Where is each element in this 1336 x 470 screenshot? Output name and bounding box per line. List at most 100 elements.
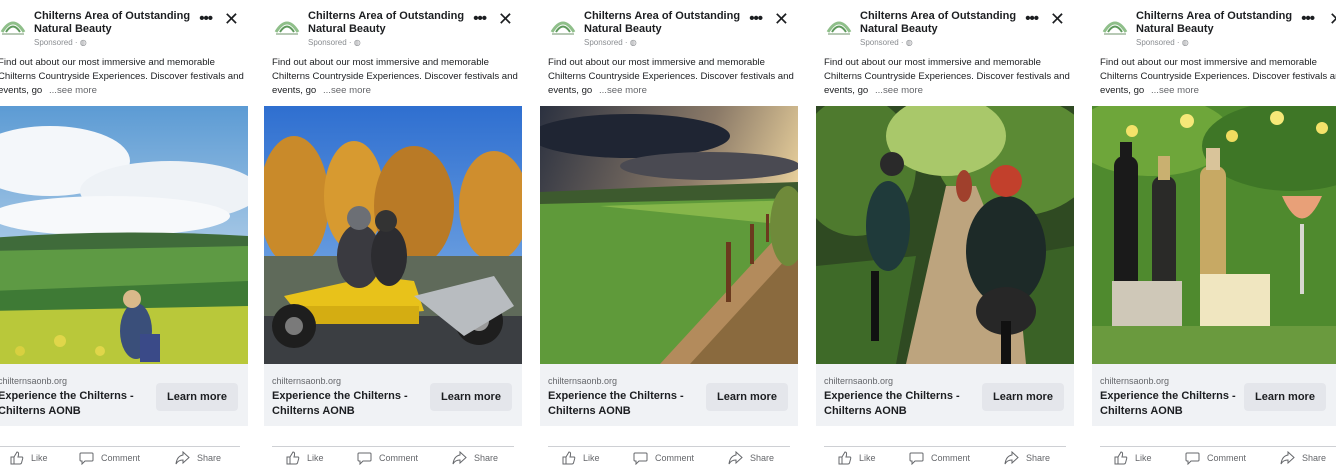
cta-area[interactable]: chilternsaonb.org Experience the Chilter… — [816, 364, 1074, 426]
ad-header: Chilterns Area of Outstanding Natural Be… — [264, 4, 522, 50]
cta-area[interactable]: chilternsaonb.org Experience the Chilter… — [1092, 364, 1336, 426]
sponsored-label: Sponsored · ◍ — [584, 38, 637, 47]
ad-header: Chilterns Area of Outstanding Natural Be… — [540, 4, 798, 50]
see-more-link[interactable]: ...see more — [871, 85, 923, 96]
ad-body-text: Find out about our most immersive and me… — [0, 56, 244, 98]
ad-body-text: Find out about our most immersive and me… — [824, 56, 1070, 98]
share-button[interactable]: Share — [728, 451, 774, 465]
ad-body: Find out about our most immersive and me… — [1100, 57, 1336, 96]
ad-body: Find out about our most immersive and me… — [272, 57, 518, 96]
ad-image[interactable] — [540, 106, 798, 364]
advertiser-logo[interactable] — [826, 16, 852, 38]
link-headline[interactable]: Experience the Chilterns - Chilterns AON… — [1100, 389, 1246, 419]
share-arrow-icon — [1280, 451, 1295, 465]
comment-label: Comment — [655, 453, 695, 463]
like-button[interactable]: Like — [838, 451, 876, 465]
action-bar: Like Comment Share — [816, 451, 1074, 469]
see-more-link[interactable]: ...see more — [45, 85, 97, 96]
comment-bubble-icon — [357, 452, 372, 465]
like-label: Like — [859, 453, 876, 463]
ad-image[interactable] — [0, 106, 248, 364]
learn-more-button[interactable]: Learn more — [1244, 383, 1326, 411]
advertiser-name[interactable]: Chilterns Area of Outstanding Natural Be… — [1136, 10, 1308, 36]
like-button[interactable]: Like — [286, 451, 324, 465]
sponsored-label: Sponsored · ◍ — [1136, 38, 1189, 47]
link-headline[interactable]: Experience the Chilterns - Chilterns AON… — [548, 389, 694, 419]
close-icon[interactable]: ✕ — [224, 10, 239, 28]
cta-area[interactable]: chilternsaonb.org Experience the Chilter… — [264, 364, 522, 426]
link-domain: chilternsaonb.org — [548, 376, 618, 386]
close-icon[interactable]: ✕ — [774, 10, 789, 28]
share-button[interactable]: Share — [175, 451, 221, 465]
advertiser-name[interactable]: Chilterns Area of Outstanding Natural Be… — [860, 10, 1032, 36]
action-bar: Like Comment Share — [264, 451, 522, 469]
ad-body-text: Find out about our most immersive and me… — [272, 56, 518, 98]
more-dots-icon[interactable]: ••• — [1025, 11, 1039, 26]
ad-card-3: Chilterns Area of Outstanding Natural Be… — [540, 0, 798, 470]
ad-card-2: Chilterns Area of Outstanding Natural Be… — [264, 0, 522, 470]
comment-label: Comment — [379, 453, 419, 463]
comment-button[interactable]: Comment — [633, 451, 694, 465]
comment-button[interactable]: Comment — [1185, 451, 1246, 465]
link-headline[interactable]: Experience the Chilterns - Chilterns AON… — [0, 389, 144, 419]
comment-button[interactable]: Comment — [909, 451, 970, 465]
ad-card-5: Chilterns Area of Outstanding Natural Be… — [1092, 0, 1336, 470]
link-domain: chilternsaonb.org — [0, 376, 68, 386]
more-dots-icon[interactable]: ••• — [473, 11, 487, 26]
share-label: Share — [1302, 453, 1327, 463]
ad-body: Find out about our most immersive and me… — [548, 57, 794, 96]
close-icon[interactable]: ✕ — [1050, 10, 1065, 28]
share-label: Share — [197, 453, 222, 463]
advertiser-logo[interactable] — [274, 16, 300, 38]
cta-area[interactable]: chilternsaonb.org Experience the Chilter… — [540, 364, 798, 426]
advertiser-name[interactable]: Chilterns Area of Outstanding Natural Be… — [308, 10, 480, 36]
comment-button[interactable]: Comment — [357, 451, 418, 465]
thumbs-up-icon — [838, 451, 852, 465]
share-label: Share — [750, 453, 775, 463]
link-headline[interactable]: Experience the Chilterns - Chilterns AON… — [824, 389, 970, 419]
like-button[interactable]: Like — [10, 451, 48, 465]
learn-more-button[interactable]: Learn more — [430, 383, 512, 411]
ad-image[interactable] — [1092, 106, 1336, 364]
comment-bubble-icon — [79, 452, 94, 465]
share-label: Share — [1026, 453, 1051, 463]
like-button[interactable]: Like — [562, 451, 600, 465]
divider — [548, 446, 790, 447]
share-arrow-icon — [452, 451, 467, 465]
advertiser-name[interactable]: Chilterns Area of Outstanding Natural Be… — [34, 10, 206, 36]
ad-card-4: Chilterns Area of Outstanding Natural Be… — [816, 0, 1074, 470]
see-more-link[interactable]: ...see more — [319, 85, 371, 96]
see-more-link[interactable]: ...see more — [595, 85, 647, 96]
advertiser-logo[interactable] — [0, 16, 26, 38]
link-headline[interactable]: Experience the Chilterns - Chilterns AON… — [272, 389, 418, 419]
learn-more-button[interactable]: Learn more — [156, 383, 238, 411]
close-icon[interactable]: ✕ — [1329, 10, 1336, 28]
close-icon[interactable]: ✕ — [498, 10, 513, 28]
learn-more-button[interactable]: Learn more — [982, 383, 1064, 411]
ad-header: Chilterns Area of Outstanding Natural Be… — [816, 4, 1074, 50]
more-dots-icon[interactable]: ••• — [749, 11, 763, 26]
advertiser-logo[interactable] — [550, 16, 576, 38]
link-domain: chilternsaonb.org — [1100, 376, 1170, 386]
like-button[interactable]: Like — [1114, 451, 1152, 465]
ad-body-text: Find out about our most immersive and me… — [1100, 56, 1336, 98]
learn-more-button[interactable]: Learn more — [706, 383, 788, 411]
share-button[interactable]: Share — [452, 451, 498, 465]
thumbs-up-icon — [286, 451, 300, 465]
ad-image[interactable] — [264, 106, 522, 364]
more-dots-icon[interactable]: ••• — [1301, 11, 1315, 26]
ad-image[interactable] — [816, 106, 1074, 364]
comment-label: Comment — [1207, 453, 1247, 463]
cta-area[interactable]: chilternsaonb.org Experience the Chilter… — [0, 364, 248, 426]
comment-button[interactable]: Comment — [79, 451, 140, 465]
more-dots-icon[interactable]: ••• — [199, 11, 213, 26]
advertiser-logo[interactable] — [1102, 16, 1128, 38]
share-button[interactable]: Share — [1004, 451, 1050, 465]
action-bar: Like Comment Share — [0, 451, 248, 469]
comment-bubble-icon — [1185, 452, 1200, 465]
ad-header: Chilterns Area of Outstanding Natural Be… — [1092, 4, 1336, 50]
advertiser-name[interactable]: Chilterns Area of Outstanding Natural Be… — [584, 10, 756, 36]
thumbs-up-icon — [1114, 451, 1128, 465]
share-button[interactable]: Share — [1280, 451, 1326, 465]
see-more-link[interactable]: ...see more — [1147, 85, 1199, 96]
